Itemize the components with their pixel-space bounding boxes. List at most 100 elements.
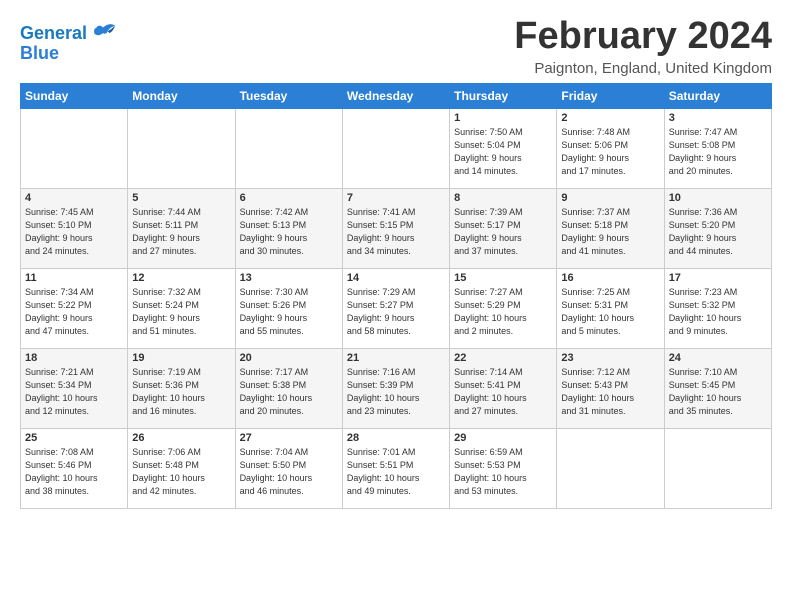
- logo-text-line2: Blue: [20, 44, 59, 64]
- calendar-cell-w4-d5: [557, 428, 664, 508]
- calendar-cell-w1-d0: 4Sunrise: 7:45 AMSunset: 5:10 PMDaylight…: [21, 188, 128, 268]
- calendar-cell-w0-d2: [235, 108, 342, 188]
- day-info: Sunrise: 7:36 AMSunset: 5:20 PMDaylight:…: [669, 206, 767, 258]
- day-info: Sunrise: 7:25 AMSunset: 5:31 PMDaylight:…: [561, 286, 659, 338]
- day-info: Sunrise: 7:34 AMSunset: 5:22 PMDaylight:…: [25, 286, 123, 338]
- calendar-cell-w3-d1: 19 Sunrise: 7:19 AMSunset: 5:36 PMDayligh…: [128, 348, 235, 428]
- day-info: Sunrise: 7:39 AMSunset: 5:17 PMDaylight:…: [454, 206, 552, 258]
- day-number: 19: [132, 352, 230, 364]
- calendar-cell-w4-d2: 27Sunrise: 7:04 AMSunset: 5:50 PMDayligh…: [235, 428, 342, 508]
- day-number: 24: [669, 352, 767, 364]
- col-tuesday: Tuesday: [235, 83, 342, 108]
- day-info: Sunrise: 7:14 AMSunset: 5:41 PMDaylight:…: [454, 366, 552, 418]
- day-info: Sunrise: 7:10 AMSunset: 5:45 PMDaylight:…: [669, 366, 767, 418]
- day-info: Sunrise: 7:12 AMSunset: 5:43 PMDaylight:…: [561, 366, 659, 418]
- day-number: 13: [240, 272, 338, 284]
- day-info: Sunrise: 7:47 AMSunset: 5:08 PMDaylight:…: [669, 126, 767, 178]
- calendar-cell-w4-d3: 28 Sunrise: 7:01 AMSunset: 5:51 PMDayligh…: [342, 428, 449, 508]
- day-number: 14: [347, 272, 445, 284]
- day-info: Sunrise: 7:30 AMSunset: 5:26 PMDaylight:…: [240, 286, 338, 338]
- logo-bird-icon: [89, 20, 117, 48]
- calendar-cell-w0-d4: 1 Sunrise: 7:50 AMSunset: 5:04 PMDaylight…: [450, 108, 557, 188]
- calendar-cell-w3-d5: 23 Sunrise: 7:12 AMSunset: 5:43 PMDayligh…: [557, 348, 664, 428]
- day-number: 20: [240, 352, 338, 364]
- day-number: 11: [25, 272, 123, 284]
- calendar-cell-w2-d5: 16 Sunrise: 7:25 AMSunset: 5:31 PMDayligh…: [557, 268, 664, 348]
- week-row-0: 1 Sunrise: 7:50 AMSunset: 5:04 PMDaylight…: [21, 108, 772, 188]
- col-saturday: Saturday: [664, 83, 771, 108]
- location: Paignton, England, United Kingdom: [514, 60, 772, 77]
- calendar-cell-w2-d1: 12 Sunrise: 7:32 AMSunset: 5:24 PMDayligh…: [128, 268, 235, 348]
- calendar-cell-w4-d6: [664, 428, 771, 508]
- calendar-cell-w3-d3: 21 Sunrise: 7:16 AMSunset: 5:39 PMDayligh…: [342, 348, 449, 428]
- day-number: 21: [347, 352, 445, 364]
- day-number: 29: [454, 432, 552, 444]
- day-info: Sunrise: 7:16 AMSunset: 5:39 PMDaylight:…: [347, 366, 445, 418]
- calendar-cell-w2-d4: 15Sunrise: 7:27 AMSunset: 5:29 PMDayligh…: [450, 268, 557, 348]
- calendar-cell-w1-d3: 7Sunrise: 7:41 AMSunset: 5:15 PMDaylight…: [342, 188, 449, 268]
- day-number: 16: [561, 272, 659, 284]
- day-info: Sunrise: 7:50 AMSunset: 5:04 PMDaylight:…: [454, 126, 552, 178]
- day-info: Sunrise: 7:41 AMSunset: 5:15 PMDaylight:…: [347, 206, 445, 258]
- calendar-cell-w0-d3: [342, 108, 449, 188]
- day-number: 26: [132, 432, 230, 444]
- calendar-cell-w3-d6: 24 Sunrise: 7:10 AMSunset: 5:45 PMDayligh…: [664, 348, 771, 428]
- day-number: 4: [25, 192, 123, 204]
- calendar-cell-w1-d1: 5 Sunrise: 7:44 AMSunset: 5:11 PMDaylight…: [128, 188, 235, 268]
- day-info: Sunrise: 7:21 AMSunset: 5:34 PMDaylight:…: [25, 366, 123, 418]
- day-number: 25: [25, 432, 123, 444]
- day-info: Sunrise: 7:29 AMSunset: 5:27 PMDaylight:…: [347, 286, 445, 338]
- day-number: 8: [454, 192, 552, 204]
- calendar-cell-w1-d2: 6 Sunrise: 7:42 AMSunset: 5:13 PMDaylight…: [235, 188, 342, 268]
- col-friday: Friday: [557, 83, 664, 108]
- day-info: Sunrise: 7:23 AMSunset: 5:32 PMDaylight:…: [669, 286, 767, 338]
- day-info: Sunrise: 7:17 AMSunset: 5:38 PMDaylight:…: [240, 366, 338, 418]
- day-number: 17: [669, 272, 767, 284]
- day-number: 1: [454, 112, 552, 124]
- calendar-cell-w0-d0: [21, 108, 128, 188]
- day-number: 6: [240, 192, 338, 204]
- col-wednesday: Wednesday: [342, 83, 449, 108]
- day-number: 9: [561, 192, 659, 204]
- day-info: Sunrise: 7:06 AMSunset: 5:48 PMDaylight:…: [132, 446, 230, 498]
- day-info: Sunrise: 7:44 AMSunset: 5:11 PMDaylight:…: [132, 206, 230, 258]
- calendar-cell-w0-d5: 2Sunrise: 7:48 AMSunset: 5:06 PMDaylight…: [557, 108, 664, 188]
- calendar-cell-w2-d3: 14 Sunrise: 7:29 AMSunset: 5:27 PMDayligh…: [342, 268, 449, 348]
- calendar-cell-w4-d4: 29Sunrise: 6:59 AMSunset: 5:53 PMDayligh…: [450, 428, 557, 508]
- title-area: February 2024 Paignton, England, United …: [514, 16, 772, 77]
- day-number: 22: [454, 352, 552, 364]
- calendar-cell-w1-d4: 8 Sunrise: 7:39 AMSunset: 5:17 PMDaylight…: [450, 188, 557, 268]
- calendar-cell-w0-d1: [128, 108, 235, 188]
- month-title: February 2024: [514, 16, 772, 58]
- calendar-cell-w2-d0: 11 Sunrise: 7:34 AMSunset: 5:22 PMDayligh…: [21, 268, 128, 348]
- calendar-cell-w0-d6: 3 Sunrise: 7:47 AMSunset: 5:08 PMDaylight…: [664, 108, 771, 188]
- day-number: 28: [347, 432, 445, 444]
- calendar-cell-w3-d4: 22 Sunrise: 7:14 AMSunset: 5:41 PMDayligh…: [450, 348, 557, 428]
- calendar-cell-w3-d2: 20 Sunrise: 7:17 AMSunset: 5:38 PMDayligh…: [235, 348, 342, 428]
- day-number: 3: [669, 112, 767, 124]
- day-number: 2: [561, 112, 659, 124]
- week-row-2: 11 Sunrise: 7:34 AMSunset: 5:22 PMDayligh…: [21, 268, 772, 348]
- week-row-4: 25 Sunrise: 7:08 AMSunset: 5:46 PMDayligh…: [21, 428, 772, 508]
- day-info: Sunrise: 7:32 AMSunset: 5:24 PMDaylight:…: [132, 286, 230, 338]
- calendar-header-row: Sunday Monday Tuesday Wednesday Thursday…: [21, 83, 772, 108]
- day-number: 23: [561, 352, 659, 364]
- calendar-cell-w4-d0: 25 Sunrise: 7:08 AMSunset: 5:46 PMDayligh…: [21, 428, 128, 508]
- calendar-table: Sunday Monday Tuesday Wednesday Thursday…: [20, 83, 772, 509]
- day-info: Sunrise: 7:42 AMSunset: 5:13 PMDaylight:…: [240, 206, 338, 258]
- day-info: Sunrise: 7:08 AMSunset: 5:46 PMDaylight:…: [25, 446, 123, 498]
- calendar-cell-w2-d6: 17 Sunrise: 7:23 AMSunset: 5:32 PMDayligh…: [664, 268, 771, 348]
- day-number: 10: [669, 192, 767, 204]
- col-sunday: Sunday: [21, 83, 128, 108]
- day-number: 15: [454, 272, 552, 284]
- day-number: 5: [132, 192, 230, 204]
- calendar-cell-w1-d6: 10 Sunrise: 7:36 AMSunset: 5:20 PMDayligh…: [664, 188, 771, 268]
- calendar-cell-w1-d5: 9Sunrise: 7:37 AMSunset: 5:18 PMDaylight…: [557, 188, 664, 268]
- calendar-cell-w2-d2: 13 Sunrise: 7:30 AMSunset: 5:26 PMDayligh…: [235, 268, 342, 348]
- day-number: 12: [132, 272, 230, 284]
- week-row-3: 18Sunrise: 7:21 AMSunset: 5:34 PMDayligh…: [21, 348, 772, 428]
- col-thursday: Thursday: [450, 83, 557, 108]
- day-info: Sunrise: 7:01 AMSunset: 5:51 PMDaylight:…: [347, 446, 445, 498]
- day-info: Sunrise: 7:19 AMSunset: 5:36 PMDaylight:…: [132, 366, 230, 418]
- logo-text-line1: General: [20, 24, 87, 44]
